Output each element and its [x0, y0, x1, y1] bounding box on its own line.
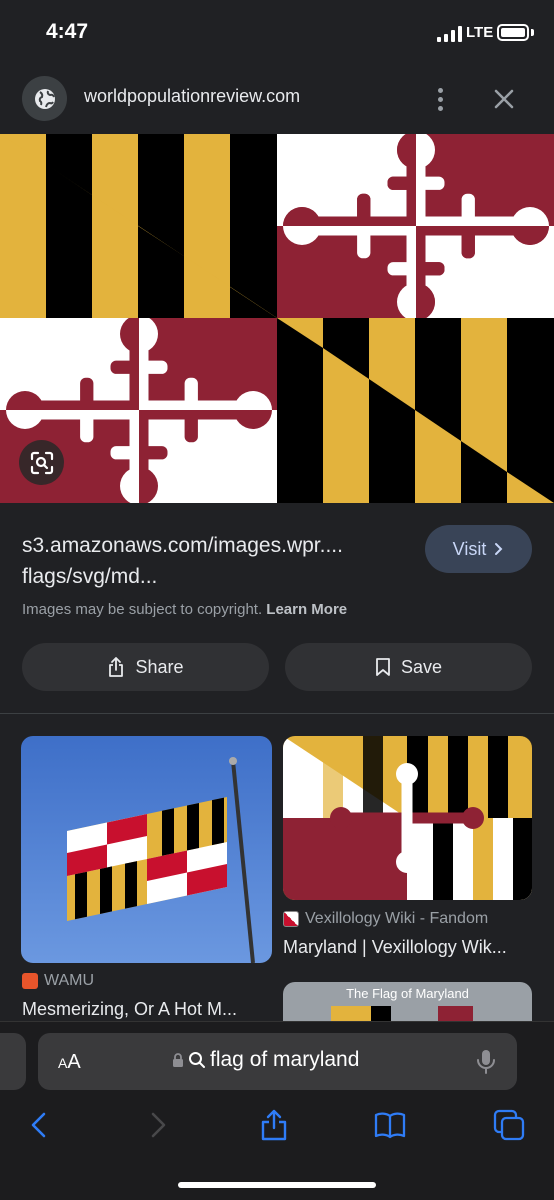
share-icon: [109, 657, 124, 677]
previous-tab-peek[interactable]: [0, 1033, 26, 1090]
vexillology-favicon-icon: [283, 911, 299, 927]
result-title-vexillology[interactable]: Maryland | Vexillology Wik...: [283, 937, 507, 958]
lens-search-button[interactable]: [19, 440, 64, 485]
home-indicator: [178, 1182, 376, 1188]
result-title-wamu[interactable]: Mesmerizing, Or A Hot M...: [22, 999, 237, 1020]
divider: [0, 713, 554, 714]
search-icon: [189, 1052, 205, 1068]
back-icon[interactable]: [22, 1108, 56, 1142]
more-options-icon[interactable]: [428, 83, 452, 115]
image-url[interactable]: s3.amazonaws.com/images.wpr.... flags/sv…: [22, 530, 412, 592]
forward-icon[interactable]: [141, 1108, 175, 1142]
source-label: WAMU: [44, 972, 95, 989]
wamu-favicon-icon: [22, 973, 38, 989]
site-header: worldpopulationreview.com: [0, 66, 554, 134]
status-bar: 4:47 LTE: [0, 0, 554, 66]
visit-button[interactable]: Visit: [425, 525, 532, 573]
bookmark-icon: [376, 658, 390, 676]
globe-icon: [34, 88, 55, 109]
search-query: flag of maryland: [210, 1048, 360, 1071]
site-name[interactable]: worldpopulationreview.com: [84, 86, 300, 107]
lock-icon: [173, 1053, 183, 1067]
visit-label: Visit: [452, 538, 487, 559]
source-label: Vexillology Wiki - Fandom: [305, 910, 489, 927]
microphone-icon[interactable]: [476, 1049, 496, 1075]
lens-icon: [30, 451, 53, 474]
chevron-right-icon: [495, 543, 503, 555]
address-query[interactable]: flag of maryland: [172, 1048, 359, 1072]
battery-icon: [497, 24, 529, 41]
reader-options-button[interactable]: AA: [58, 1051, 81, 1074]
share-button[interactable]: Share: [22, 643, 269, 691]
share-label: Share: [135, 656, 184, 677]
battery-cap: [531, 29, 534, 36]
image-caption: The Flag of Maryland: [346, 986, 469, 1001]
site-favicon-button[interactable]: [22, 76, 67, 121]
close-icon[interactable]: [488, 83, 520, 115]
save-label: Save: [400, 656, 443, 677]
save-button[interactable]: Save: [285, 643, 532, 691]
network-label: LTE: [466, 24, 494, 41]
copyright-text: Images may be subject to copyright.: [22, 601, 263, 618]
learn-more-link[interactable]: Learn More: [266, 601, 347, 618]
share-sheet-icon[interactable]: [257, 1108, 291, 1142]
related-image-vexillology[interactable]: [283, 736, 532, 900]
result-source-vexillology: Vexillology Wiki - Fandom: [283, 910, 488, 928]
maryland-flag-image[interactable]: [0, 134, 554, 503]
result-source-wamu: WAMU: [22, 972, 94, 990]
tabs-icon[interactable]: [492, 1108, 526, 1142]
status-time: 4:47: [46, 20, 89, 43]
signal-icon: [437, 26, 462, 42]
bookmarks-icon[interactable]: [373, 1108, 407, 1142]
related-image-wamu[interactable]: [21, 736, 272, 963]
copyright-notice: Images may be subject to copyright. Lear…: [22, 601, 347, 618]
